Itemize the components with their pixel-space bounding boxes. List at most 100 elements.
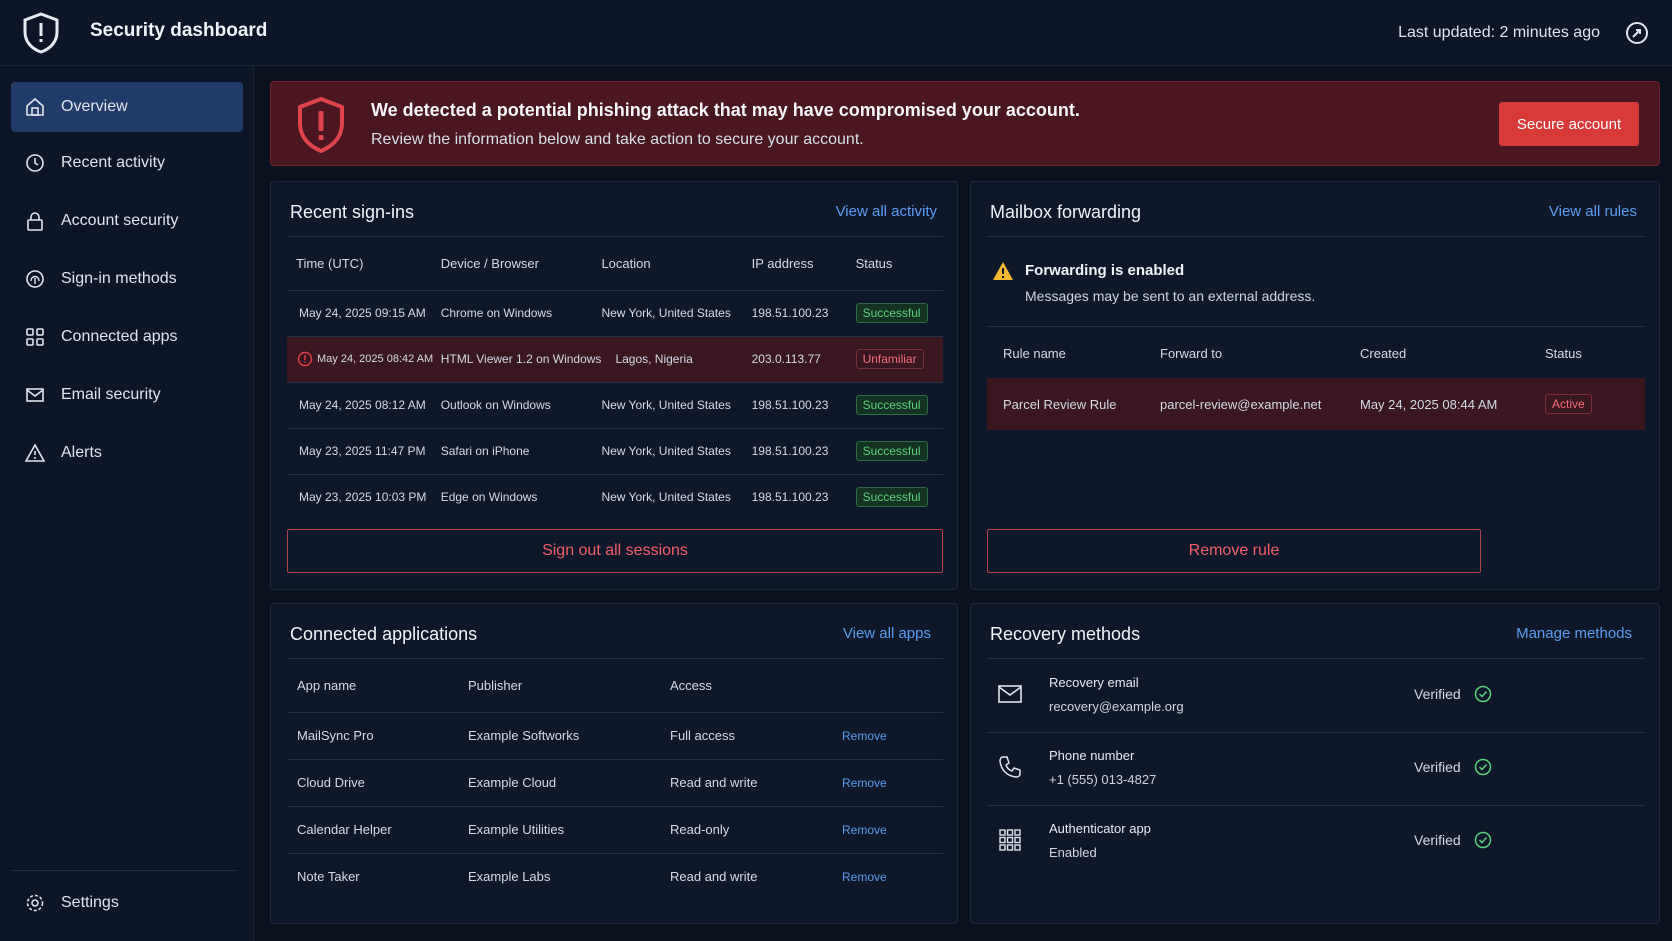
secure-account-button[interactable]: Secure account xyxy=(1499,102,1639,146)
mail-icon xyxy=(23,383,47,407)
refresh-icon[interactable] xyxy=(1624,20,1650,46)
signin-location: New York, United States xyxy=(601,427,752,474)
column-header: Rule name xyxy=(1003,345,1066,361)
recovery-label: Authenticator app xyxy=(1049,821,1151,836)
signin-location: New York, United States xyxy=(601,381,752,428)
view-all-rules-link[interactable]: View all rules xyxy=(1549,203,1637,220)
recovery-item-phone: Phone number +1 (555) 013-4827 Verified xyxy=(987,732,1645,805)
sign-out-all-sessions-button[interactable]: Sign out all sessions xyxy=(287,529,943,573)
sidebar-item-label: Overview xyxy=(61,98,128,115)
app-access: Read-only xyxy=(670,805,842,853)
recovery-value: +1 (555) 013-4827 xyxy=(1049,772,1157,787)
recovery-status: Verified xyxy=(1414,832,1461,848)
rule-created: May 24, 2025 08:44 AM xyxy=(1360,396,1498,412)
table-row: MailSync Pro Example Softworks Full acce… xyxy=(287,711,943,759)
top-bar: Security dashboard Last updated: 2 minut… xyxy=(0,0,1672,66)
column-header: Access xyxy=(670,678,712,694)
remove-rule-button[interactable]: Remove rule xyxy=(987,529,1481,573)
status-badge: Successful xyxy=(855,441,928,461)
app-publisher: Example Cloud xyxy=(468,758,670,806)
sidebar-item-recent-activity[interactable]: Recent activity xyxy=(11,138,243,188)
mailbox-forwarding-card: Mailbox forwarding View all rules Forwar… xyxy=(970,181,1660,590)
column-header: IP address xyxy=(751,256,814,272)
fingerprint-icon xyxy=(23,267,47,291)
app-title: Security dashboard xyxy=(90,20,268,41)
clock-icon xyxy=(23,151,47,175)
status-badge: Successful xyxy=(855,303,928,323)
warning-icon xyxy=(23,441,47,465)
warning-icon xyxy=(993,262,1013,280)
signin-location: New York, United States xyxy=(601,289,752,336)
remove-app-link[interactable]: Remove xyxy=(842,729,887,743)
sidebar-item-overview[interactable]: Overview xyxy=(11,82,243,132)
remove-app-link[interactable]: Remove xyxy=(842,823,887,837)
sidebar-item-alerts[interactable]: Alerts xyxy=(11,428,243,478)
alert-circle-icon xyxy=(297,351,313,367)
table-row: Cloud Drive Example Cloud Read and write… xyxy=(287,758,943,806)
sidebar-item-label: Sign-in methods xyxy=(61,270,177,287)
phone-icon xyxy=(999,756,1021,778)
check-circle-icon xyxy=(1474,685,1492,703)
app-publisher: Example Labs xyxy=(468,852,670,900)
forwarding-warning-title: Forwarding is enabled xyxy=(1025,262,1185,279)
signin-location: Lagos, Nigeria xyxy=(601,335,752,382)
shield-logo-icon xyxy=(23,12,59,54)
divider xyxy=(987,236,1645,237)
table-row: Calendar Helper Example Utilities Read-o… xyxy=(287,805,943,853)
sidebar-item-settings[interactable]: Settings xyxy=(11,878,243,928)
keypad-icon xyxy=(999,829,1021,851)
recovery-label: Recovery email xyxy=(1049,675,1139,690)
grid-icon xyxy=(23,325,47,349)
rule-forward-to: parcel-review@example.net xyxy=(1160,396,1322,412)
divider xyxy=(287,658,943,659)
signin-device: Outlook on Windows xyxy=(440,381,602,428)
column-header: Created xyxy=(1360,345,1407,361)
sidebar-item-connected-apps[interactable]: Connected apps xyxy=(11,312,243,362)
shield-alert-icon xyxy=(298,96,344,154)
column-header: Time (UTC) xyxy=(296,256,364,272)
table-row-flagged: Parcel Review Rule parcel-review@example… xyxy=(987,378,1645,430)
lock-icon xyxy=(23,209,47,233)
status-badge: Unfamiliar xyxy=(855,349,924,369)
signin-ip: 198.51.100.23 xyxy=(751,427,856,474)
signin-time: May 23, 2025 10:03 PM xyxy=(287,473,441,520)
signin-time: May 24, 2025 08:12 AM xyxy=(287,381,441,428)
app-name: Cloud Drive xyxy=(287,758,468,806)
app-name: MailSync Pro xyxy=(287,711,468,759)
sidebar-item-account-security[interactable]: Account security xyxy=(11,196,243,246)
signin-ip: 203.0.113.77 xyxy=(751,335,856,382)
status-badge: Successful xyxy=(855,395,928,415)
remove-app-link[interactable]: Remove xyxy=(842,870,887,884)
check-circle-icon xyxy=(1474,831,1492,849)
signin-location: New York, United States xyxy=(601,473,752,520)
view-all-activity-link[interactable]: View all activity xyxy=(836,203,937,220)
remove-app-link[interactable]: Remove xyxy=(842,776,887,790)
manage-methods-link[interactable]: Manage methods xyxy=(1516,625,1632,642)
rule-name: Parcel Review Rule xyxy=(1003,396,1117,412)
view-all-apps-link[interactable]: View all apps xyxy=(843,625,931,642)
app-name: Note Taker xyxy=(287,852,468,900)
card-title: Mailbox forwarding xyxy=(990,202,1142,222)
card-title: Recent sign-ins xyxy=(290,202,415,222)
recent-signins-card: Recent sign-ins View all activity Time (… xyxy=(270,181,958,590)
table-row: May 24, 2025 09:15 AM Chrome on Windows … xyxy=(287,289,943,336)
signin-time: May 24, 2025 09:15 AM xyxy=(287,289,441,336)
recovery-status: Verified xyxy=(1414,759,1461,775)
app-access: Read and write xyxy=(670,758,842,806)
sidebar-item-sign-in-methods[interactable]: Sign-in methods xyxy=(11,254,243,304)
connected-applications-card: Connected applications View all apps App… xyxy=(270,603,958,924)
app-access: Full access xyxy=(670,711,842,759)
divider xyxy=(987,326,1645,327)
sidebar-divider xyxy=(11,870,237,871)
column-header: Publisher xyxy=(468,678,523,694)
app-name: Calendar Helper xyxy=(287,805,468,853)
sidebar-item-label: Alerts xyxy=(61,444,102,461)
sidebar-item-email-security[interactable]: Email security xyxy=(11,370,243,420)
status-badge: Active xyxy=(1545,394,1592,414)
forwarding-rules-table: Rule name Forward to Created Status Parc… xyxy=(987,328,1645,430)
sidebar-item-label: Recent activity xyxy=(61,154,166,171)
last-updated-text: Last updated: 2 minutes ago xyxy=(1398,24,1600,41)
column-header: App name xyxy=(297,678,357,694)
column-header: Forward to xyxy=(1160,345,1223,361)
signins-table: Time (UTC) Device / Browser Location IP … xyxy=(287,238,943,520)
